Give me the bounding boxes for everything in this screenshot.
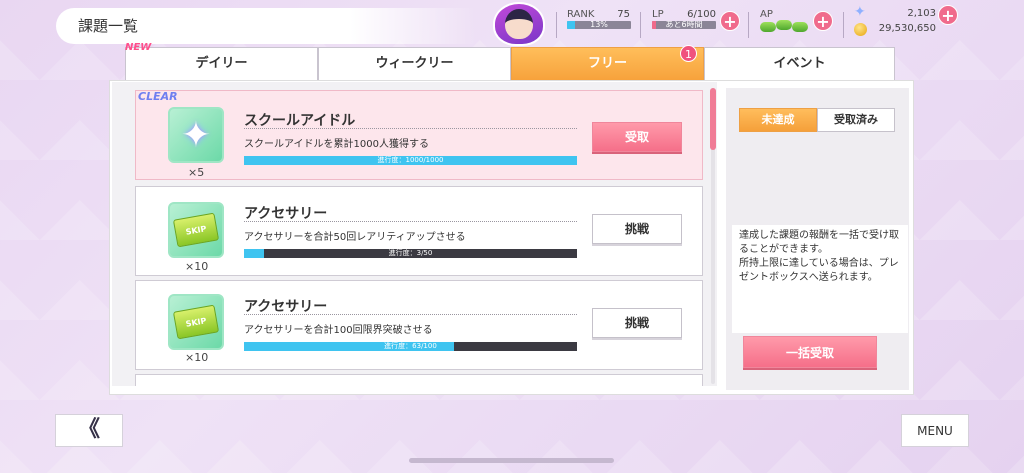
lp-value: 6/100 <box>687 9 716 20</box>
ap-icon <box>792 22 808 32</box>
receive-button[interactable]: 受取 <box>592 122 682 152</box>
rank-value: 75 <box>617 9 630 20</box>
challenge-button[interactable]: 挑戦 <box>592 308 682 338</box>
ap-icon <box>776 20 792 30</box>
home-indicator[interactable] <box>409 458 614 463</box>
tab-free[interactable]: フリー <box>511 47 704 80</box>
task-progress-text: 進行度：63/100 <box>384 342 437 350</box>
challenge-button[interactable]: 挑戦 <box>592 214 682 244</box>
tab-weekly[interactable]: ウィークリー <box>318 47 511 80</box>
reward-icon-box[interactable]: SKIP <box>168 202 224 258</box>
bulk-receive-button[interactable]: 一括受取 <box>743 336 877 368</box>
skip-ticket-icon: SKIP <box>172 212 220 248</box>
rank-progress-text: 13% <box>590 21 608 29</box>
task-progress-bar: 進行度：3/50 <box>244 249 577 258</box>
divider <box>748 12 749 38</box>
task-title: アクセサリー <box>244 206 328 222</box>
divider <box>556 12 557 38</box>
task-progress-text: 進行度：1000/1000 <box>377 156 444 164</box>
ap-icon <box>760 22 776 32</box>
notification-badge: 1 <box>680 45 697 62</box>
menu-button[interactable]: MENU <box>901 414 969 447</box>
divider <box>244 221 577 222</box>
task-description: スクールアイドルを累計1000人獲得する <box>244 139 429 150</box>
clear-tag: CLEAR <box>138 90 178 103</box>
divider <box>843 12 844 38</box>
avatar-face <box>505 9 533 39</box>
task-progress-bar: 進行度：63/100 <box>244 342 577 351</box>
task-title: アクセサリー <box>244 299 328 315</box>
task-item <box>135 374 703 386</box>
gem-plus-button[interactable]: + <box>938 5 958 25</box>
scrollbar-thumb[interactable] <box>710 88 716 150</box>
lp-timer: あと6時間 <box>665 21 703 29</box>
divider <box>244 128 577 129</box>
filter-received[interactable]: 受取済み <box>817 108 895 132</box>
filter-incomplete[interactable]: 未達成 <box>739 108 817 132</box>
ap-plus-button[interactable]: + <box>813 11 833 31</box>
coin-count: 29,530,650 <box>878 23 936 34</box>
reward-quantity: ×10 <box>185 260 209 273</box>
divider <box>640 12 641 38</box>
reward-quantity: ×10 <box>185 351 209 364</box>
lp-plus-button[interactable]: + <box>720 11 740 31</box>
rank-progress-bar: 13% <box>567 21 631 29</box>
ap-label: AP <box>760 9 773 20</box>
gem-count: 2,103 <box>907 8 936 19</box>
reward-icon-box[interactable]: SKIP <box>168 294 224 350</box>
tab-daily[interactable]: デイリー <box>125 47 318 80</box>
task-description: アクセサリーを合計50回レアリティアップさせる <box>244 232 466 243</box>
tab-event[interactable]: イベント <box>704 47 895 80</box>
player-avatar[interactable] <box>493 2 545 46</box>
task-progress-bar: 進行度：1000/1000 <box>244 156 577 165</box>
task-description: アクセサリーを合計100回限界突破させる <box>244 325 433 336</box>
rank-label: RANK <box>567 9 595 20</box>
new-tag: NEW <box>125 42 152 53</box>
task-progress-text: 進行度：3/50 <box>388 249 433 257</box>
back-button[interactable]: 《 <box>55 414 123 447</box>
lp-progress-bar: あと6時間 <box>652 21 716 29</box>
page-title: 課題一覧 <box>78 17 139 35</box>
task-title: スクールアイドル <box>244 113 356 129</box>
reward-quantity: ×5 <box>188 166 205 179</box>
bulk-receive-note: 達成した課題の報酬を一括で受け取ることができます。 所持上限に達している場合は、… <box>732 225 908 333</box>
skip-ticket-icon: SKIP <box>172 304 220 340</box>
reward-icon-box[interactable]: ✦ <box>168 107 224 163</box>
divider <box>244 314 577 315</box>
star-crystal-icon: ✦ <box>180 114 212 156</box>
lp-label: LP <box>652 9 664 20</box>
